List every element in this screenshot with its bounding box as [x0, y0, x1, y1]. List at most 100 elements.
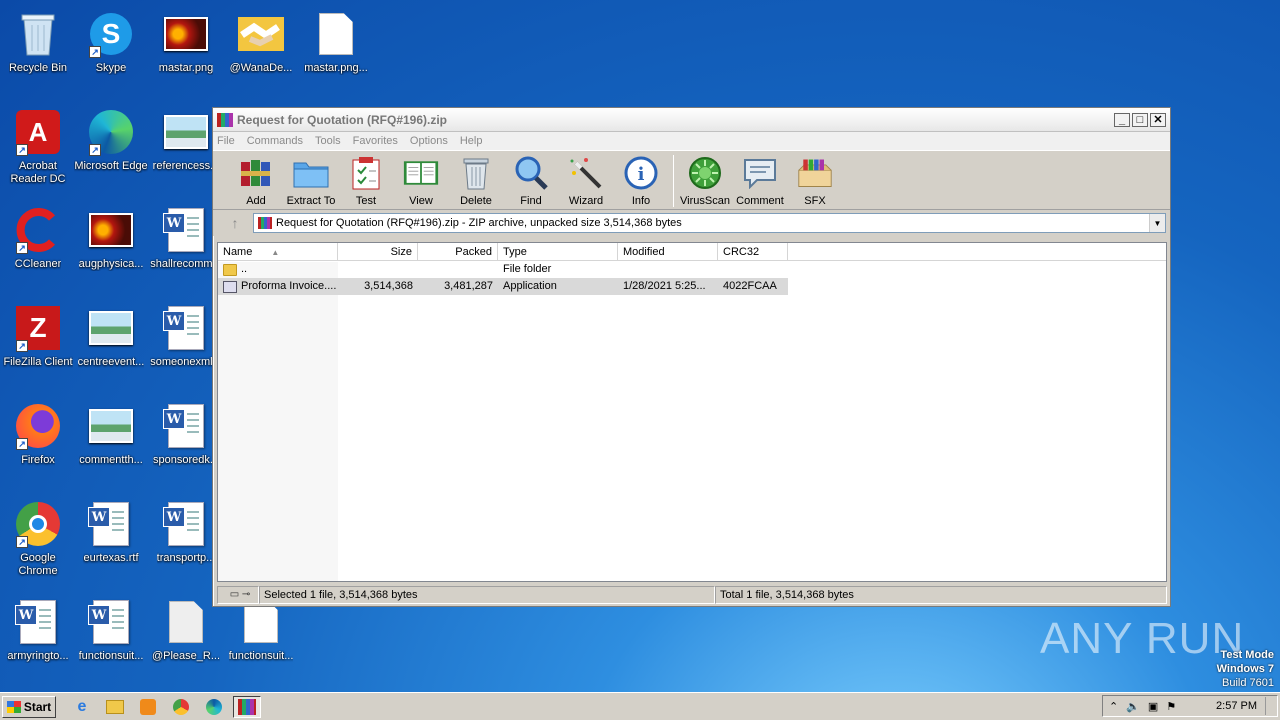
view-label: View: [409, 195, 433, 207]
word-document-icon: W: [87, 500, 135, 548]
view-button[interactable]: View: [394, 155, 448, 207]
desktop-icon-acrobat[interactable]: A ↗ Acrobat Reader DC: [0, 104, 76, 190]
image-file-icon: [87, 206, 135, 254]
show-desktop-button[interactable]: [1265, 697, 1275, 715]
taskbar-ie[interactable]: e: [68, 696, 96, 718]
address-field[interactable]: Request for Quotation (RFQ#196).zip - ZI…: [253, 213, 1166, 233]
close-button[interactable]: ✕: [1150, 112, 1166, 127]
desktop-icon-mastar-png[interactable]: mastar.png: [148, 6, 224, 92]
file-list[interactable]: Name ▲ Size Packed Type Modified CRC32 .…: [217, 242, 1167, 582]
archive-icon: [258, 217, 272, 229]
ccleaner-icon: ↗: [14, 206, 62, 254]
desktop-icon-ccleaner[interactable]: ↗ CCleaner: [0, 202, 76, 288]
action-center-flag-icon[interactable]: ⚑: [1166, 700, 1176, 713]
filezilla-icon: Z ↗: [14, 304, 62, 352]
desktop-icon-armyringto[interactable]: W armyringto...: [0, 594, 76, 680]
find-label: Find: [520, 195, 542, 207]
maximize-button[interactable]: □: [1132, 112, 1148, 127]
status-total: Total 1 file, 3,514,368 bytes: [715, 586, 1167, 604]
desktop-icon-chrome[interactable]: ↗ Google Chrome: [0, 496, 76, 582]
desktop-icon-label: functionsuit...: [78, 650, 144, 662]
desktop-icon-centreevent[interactable]: centreevent...: [73, 300, 149, 386]
desktop-icon-edge[interactable]: ↗ Microsoft Edge: [73, 104, 149, 190]
column-header-packed[interactable]: Packed: [418, 243, 498, 260]
taskbar-winrar[interactable]: [233, 695, 261, 718]
comment-button[interactable]: Comment: [733, 155, 787, 207]
wizard-label: Wizard: [568, 195, 604, 207]
taskbar-edge[interactable]: [200, 696, 228, 718]
desktop-icon-mastar-png-2[interactable]: mastar.png...: [298, 6, 374, 92]
column-header-size[interactable]: Size: [338, 243, 418, 260]
comment-label: Comment: [736, 195, 784, 207]
menu-tools[interactable]: Tools: [315, 135, 341, 147]
wizard-button[interactable]: Wizard: [559, 155, 613, 207]
row-packed: 3,481,287: [444, 280, 493, 292]
desktop-icon-wanadecryptor[interactable]: @WanaDe...: [223, 6, 299, 92]
menu-help[interactable]: Help: [460, 135, 483, 147]
taskbar-explorer[interactable]: [101, 696, 129, 718]
column-header-crc32[interactable]: CRC32: [718, 243, 788, 260]
skype-icon: S ↗: [87, 10, 135, 58]
extract-to-button[interactable]: Extract To: [284, 155, 338, 207]
desktop-icon-label: @Please_R...: [151, 650, 221, 662]
menu-options[interactable]: Options: [410, 135, 448, 147]
menu-favorites[interactable]: Favorites: [353, 135, 398, 147]
menu-file[interactable]: File: [217, 135, 235, 147]
volume-icon[interactable]: 🔈: [1126, 700, 1140, 713]
desktop-icon-label: Google Chrome: [18, 552, 58, 577]
column-header-name[interactable]: Name ▲: [218, 243, 338, 260]
desktop-icon-filezilla[interactable]: Z ↗ FileZilla Client: [0, 300, 76, 386]
table-row[interactable]: .. File folder: [218, 261, 1166, 278]
desktop-icon-label: functionsuit...: [228, 650, 294, 662]
word-document-icon: W: [162, 206, 210, 254]
find-button[interactable]: Find: [504, 155, 558, 207]
image-file-icon: [162, 108, 210, 156]
address-bar: ↑ Request for Quotation (RFQ#196).zip - …: [213, 210, 1170, 236]
delete-button[interactable]: Delete: [449, 155, 503, 207]
sort-arrow-icon: ▲: [271, 248, 280, 257]
sfx-button[interactable]: SFX: [788, 155, 842, 207]
network-icon[interactable]: ▣: [1148, 700, 1158, 713]
taskbar-chrome[interactable]: [167, 696, 195, 718]
row-packed: [418, 261, 498, 278]
show-hidden-icons-icon[interactable]: ⌃: [1109, 700, 1118, 713]
recycle-bin-icon: [14, 10, 62, 58]
table-row-selected[interactable]: Proforma Invoice.... 3,514,368 3,481,287…: [218, 278, 788, 295]
svg-text:i: i: [638, 164, 645, 185]
test-label: Test: [355, 195, 377, 207]
desktop-icon-label: FileZilla Client: [3, 356, 73, 368]
desktop-icon-skype[interactable]: S ↗ Skype: [73, 6, 149, 92]
desktop-icon-commentth[interactable]: commentth...: [73, 398, 149, 484]
start-button[interactable]: Start: [2, 695, 56, 718]
menu-commands[interactable]: Commands: [247, 135, 303, 147]
handshake-icon: [237, 10, 285, 58]
minimize-button[interactable]: _: [1114, 112, 1130, 127]
row-modified: 1/28/2021 5:25...: [623, 280, 706, 292]
info-button[interactable]: i Info: [614, 155, 668, 207]
desktop-icon-firefox[interactable]: ↗ Firefox: [0, 398, 76, 484]
desktop-icon-label: mastar.png...: [304, 62, 368, 74]
chevron-down-icon[interactable]: ▼: [1149, 214, 1165, 232]
desktop-icon-recycle-bin[interactable]: Recycle Bin: [0, 6, 76, 92]
desktop-icon-functionsuit-1[interactable]: W functionsuit...: [73, 594, 149, 680]
row-name: ..: [241, 263, 248, 275]
word-document-icon: W: [162, 402, 210, 450]
virusscan-button[interactable]: VirusScan: [678, 155, 732, 207]
up-folder-button[interactable]: ↑: [217, 212, 253, 234]
word-document-icon: W: [87, 598, 135, 646]
row-name-cell: ..: [218, 261, 338, 278]
column-header-modified[interactable]: Modified: [618, 243, 718, 260]
internet-explorer-icon: e: [77, 697, 87, 715]
toolbar-separator: [673, 155, 674, 207]
winrar-window[interactable]: Request for Quotation (RFQ#196).zip _ □ …: [212, 107, 1171, 607]
watermark-line2: Windows 7: [1216, 663, 1274, 675]
test-button[interactable]: Test: [339, 155, 393, 207]
desktop-icon-eurtexas[interactable]: W eurtexas.rtf: [73, 496, 149, 582]
start-label: Start: [23, 699, 52, 714]
add-button[interactable]: Add: [229, 155, 283, 207]
taskbar-media-player[interactable]: [134, 696, 162, 718]
desktop-icon-augphysica[interactable]: augphysica...: [73, 202, 149, 288]
clock[interactable]: 2:57 PM: [1216, 700, 1257, 712]
column-header-type[interactable]: Type: [498, 243, 618, 260]
title-bar[interactable]: Request for Quotation (RFQ#196).zip _ □ …: [213, 108, 1170, 132]
